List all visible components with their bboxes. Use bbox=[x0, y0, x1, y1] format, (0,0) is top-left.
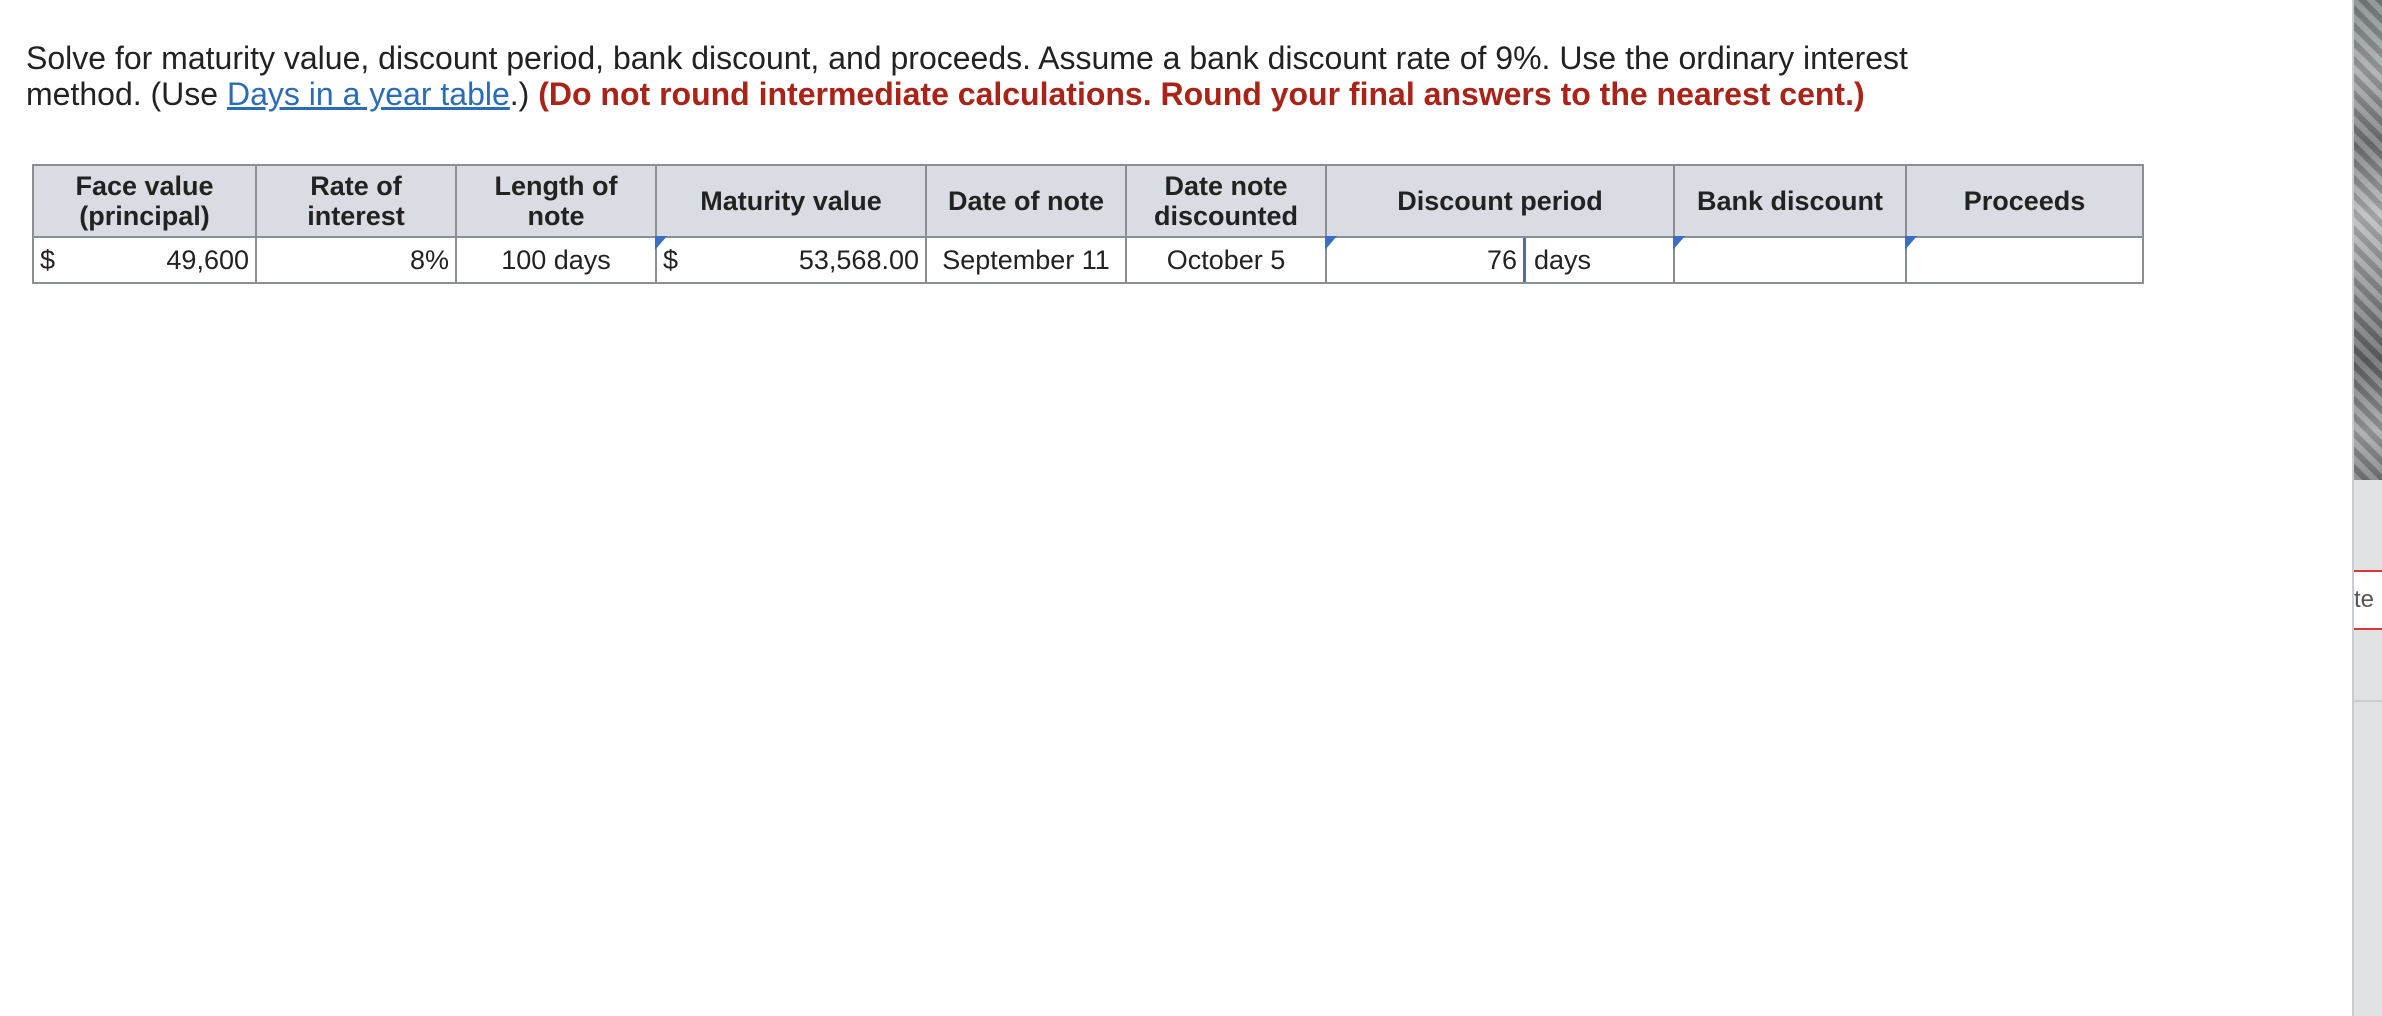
table-header-row: Face value (principal) Rate of interest … bbox=[32, 164, 2144, 238]
maturity-value-input[interactable]: $ 53,568.00 bbox=[655, 236, 927, 284]
date-of-note-cell: September 11 bbox=[925, 236, 1127, 284]
side-tab-label: te bbox=[2354, 586, 2375, 613]
header-date-note-discounted: Date note discounted bbox=[1125, 164, 1327, 238]
face-value-cell: $ 49,600 bbox=[32, 236, 257, 284]
header-proceeds: Proceeds bbox=[1905, 164, 2144, 238]
face-value-currency: $ bbox=[40, 244, 56, 275]
instructions-text-after-link: .) bbox=[509, 76, 539, 112]
discount-period-unit: days bbox=[1523, 238, 1673, 282]
length-of-note-cell: 100 days bbox=[455, 236, 657, 284]
header-maturity-value: Maturity value bbox=[655, 164, 927, 238]
discount-period-cell: 76 days bbox=[1325, 236, 1675, 284]
table-row: $ 49,600 8% 100 days $ 53,568.00 Septemb… bbox=[32, 236, 2144, 284]
problem-instructions: Solve for maturity value, discount perio… bbox=[26, 40, 1946, 112]
background-photo bbox=[2354, 0, 2382, 480]
problem-table: Face value (principal) Rate of interest … bbox=[32, 164, 2144, 284]
header-face-value: Face value (principal) bbox=[32, 164, 257, 238]
maturity-value: 53,568.00 bbox=[798, 244, 919, 275]
header-date-of-note: Date of note bbox=[925, 164, 1127, 238]
header-discount-period: Discount period bbox=[1325, 164, 1675, 238]
background-side-panel: te bbox=[2352, 0, 2382, 1016]
face-value: 49,600 bbox=[166, 244, 249, 275]
proceeds-input[interactable] bbox=[1905, 236, 2144, 284]
main-content: Solve for maturity value, discount perio… bbox=[0, 0, 2352, 1016]
bank-discount-input[interactable] bbox=[1673, 236, 1907, 284]
rounding-warning: (Do not round intermediate calculations.… bbox=[538, 76, 1865, 112]
maturity-value-currency: $ bbox=[663, 244, 679, 275]
header-length-of-note: Length of note bbox=[455, 164, 657, 238]
side-tab[interactable]: te bbox=[2354, 570, 2382, 630]
header-bank-discount: Bank discount bbox=[1673, 164, 1907, 238]
date-note-discounted-cell: October 5 bbox=[1125, 236, 1327, 284]
days-in-year-table-link[interactable]: Days in a year table bbox=[227, 76, 510, 112]
divider bbox=[2354, 700, 2382, 702]
rate-of-interest-cell: 8% bbox=[255, 236, 457, 284]
discount-period-input[interactable]: 76 bbox=[1327, 245, 1523, 276]
header-rate-of-interest: Rate of interest bbox=[255, 164, 457, 238]
